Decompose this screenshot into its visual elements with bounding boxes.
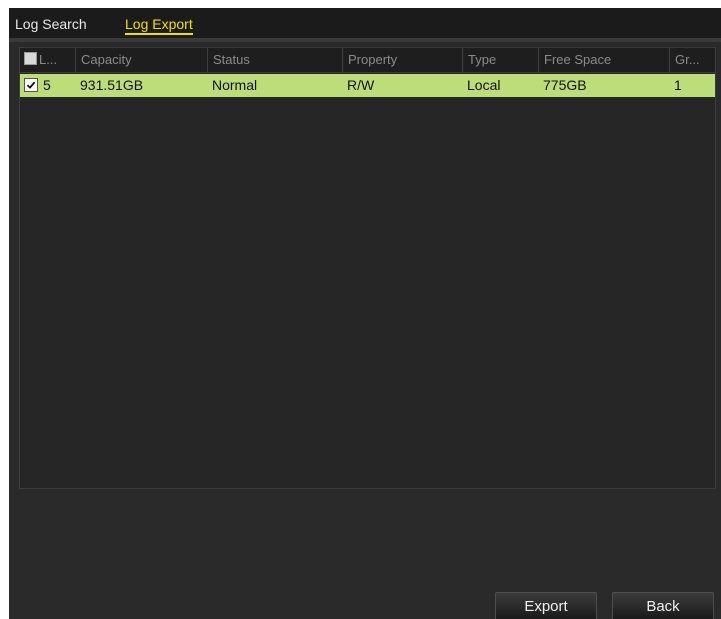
disk-label: 5: [43, 77, 51, 93]
column-header-free-space[interactable]: Free Space: [538, 48, 669, 72]
column-header-property[interactable]: Property: [342, 48, 462, 72]
checkmark-icon: [26, 81, 36, 89]
column-header-capacity[interactable]: Capacity: [75, 48, 207, 72]
column-header-type[interactable]: Type: [462, 48, 538, 72]
status-cell: Normal: [212, 77, 258, 93]
table-row[interactable]: 5 931.51GB Normal R/W Local 775GB 1: [20, 74, 715, 97]
capacity-cell: 931.51GB: [80, 77, 144, 93]
select-all-checkbox[interactable]: [24, 52, 37, 65]
back-button[interactable]: Back: [612, 592, 714, 619]
column-header-status[interactable]: Status: [207, 48, 342, 72]
table-header: L... Capacity Status Property Type Free …: [20, 48, 715, 73]
column-header-label[interactable]: L...: [20, 48, 75, 72]
property-cell: R/W: [347, 77, 375, 93]
column-label-text: L...: [39, 52, 58, 67]
disk-table: L... Capacity Status Property Type Free …: [19, 47, 716, 489]
tab-divider: [9, 38, 721, 42]
tab-bar: Log Search Log Export: [9, 8, 721, 38]
group-cell: 1: [674, 77, 682, 93]
row-checkbox[interactable]: [24, 78, 38, 92]
log-export-window: Log Search Log Export L... Capacity Stat…: [9, 8, 721, 619]
row-label-cell: 5: [20, 74, 75, 97]
tab-log-export[interactable]: Log Export: [125, 16, 193, 35]
export-button[interactable]: Export: [495, 592, 597, 619]
type-cell: Local: [467, 77, 501, 93]
free-space-cell: 775GB: [543, 77, 587, 93]
tab-log-search[interactable]: Log Search: [15, 16, 87, 32]
column-header-group[interactable]: Gr...: [669, 48, 715, 72]
